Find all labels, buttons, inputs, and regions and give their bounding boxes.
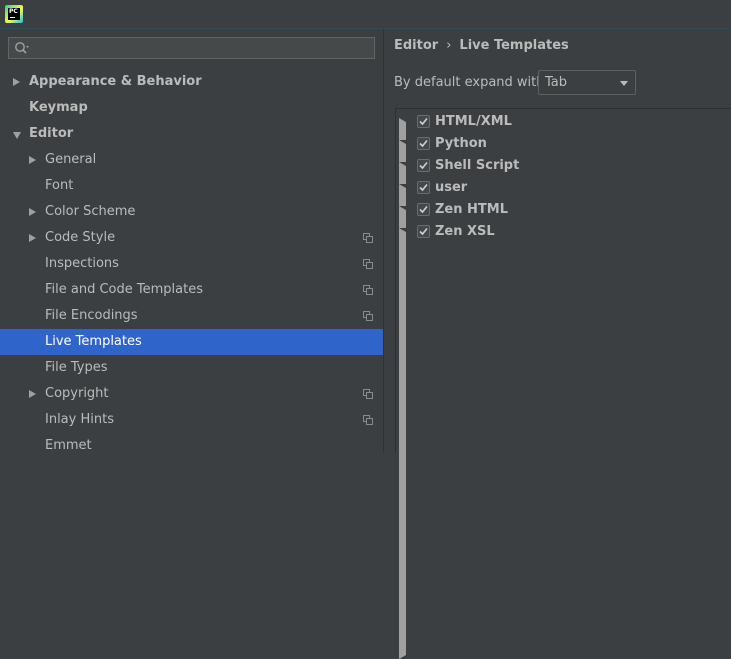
sidebar-item-appearance-behavior[interactable]: Appearance & Behavior [0,69,383,95]
title-bar: PC [0,0,731,29]
sidebar-item-keymap[interactable]: Keymap [0,95,383,121]
search-icon[interactable] [14,41,30,55]
chevron-down-icon [620,81,628,86]
sidebar-item-label: Editor [29,126,74,141]
sidebar-item-label: File and Code Templates [45,282,203,297]
project-scope-icon [363,233,373,243]
template-group-row[interactable]: user [396,177,731,615]
sidebar-item-label: General [45,152,97,167]
chevron-right-icon[interactable] [399,228,731,659]
expand-with-dropdown[interactable]: Tab [538,70,636,95]
sidebar-item-file-encodings[interactable]: File Encodings [0,303,383,329]
template-group-name: Zen XSL [435,224,495,239]
live-templates-panel: Editor › Live Templates By default expand … [384,29,731,659]
project-scope-icon [363,415,373,425]
sidebar-item-label: Code Style [45,230,116,245]
project-scope-icon [363,259,373,269]
breadcrumb-parent: Editor [394,38,439,53]
template-group-row[interactable]: Zen HTML [396,199,731,637]
checkmark-icon [419,183,428,192]
sidebar-item-copyright[interactable]: Copyright [0,381,383,407]
template-group-name: user [435,180,468,195]
expand-with-label: By default expand with [394,75,545,90]
sidebar-item-label: Live Templates [45,334,142,349]
sidebar-item-font[interactable]: Font [0,173,383,199]
chevron-right-icon[interactable] [29,208,36,216]
chevron-down-icon[interactable] [13,132,21,139]
template-group-name: Shell Script [435,158,520,173]
sidebar-item-label: File Types [45,360,108,375]
template-groups-list: HTML/XML Python Shell Script user Zen HTML Ze… [395,108,731,659]
app-icon-text: PC [9,8,18,15]
sidebar-item-inspections[interactable]: Inspections [0,251,383,277]
template-group-checkbox[interactable] [417,159,430,172]
breadcrumb: Editor › Live Templates [394,38,569,53]
breadcrumb-current: Live Templates [459,38,569,53]
sidebar-item-label: File Encodings [45,308,138,323]
pycharm-logo-icon: PC [5,5,23,23]
template-group-row[interactable]: Shell Script [396,155,731,593]
sidebar-item-emmet[interactable]: Emmet [0,433,383,459]
template-group-name: Zen HTML [435,202,508,217]
chevron-right-icon[interactable] [29,390,36,398]
template-group-checkbox[interactable] [417,181,430,194]
checkmark-icon [419,117,428,126]
expand-with-value: Tab [545,75,568,90]
sidebar-item-general[interactable]: General [0,147,383,173]
sidebar-item-label: Appearance & Behavior [29,74,202,89]
checkmark-icon [419,205,428,214]
sidebar-item-label: Font [45,178,74,193]
template-group-checkbox[interactable] [417,115,430,128]
sidebar-item-label: Color Scheme [45,204,136,219]
sidebar-item-editor[interactable]: Editor [0,121,383,147]
template-group-checkbox[interactable] [417,137,430,150]
template-group-row[interactable]: Zen XSL [396,221,731,659]
checkmark-icon [419,227,428,236]
sidebar-item-file-and-code-templates[interactable]: File and Code Templates [0,277,383,303]
settings-tree: Appearance & Behavior Keymap Editor General… [0,69,383,459]
sidebar-item-color-scheme[interactable]: Color Scheme [0,199,383,225]
sidebar-item-inlay-hints[interactable]: Inlay Hints [0,407,383,433]
template-group-name: HTML/XML [435,114,512,129]
chevron-right-icon[interactable] [13,78,20,86]
settings-sidebar: Appearance & Behavior Keymap Editor General… [0,29,383,453]
sidebar-item-label: Inspections [45,256,119,271]
template-group-row[interactable]: HTML/XML [396,111,731,549]
project-scope-icon [363,285,373,295]
sidebar-item-code-style[interactable]: Code Style [0,225,383,251]
chevron-right-icon[interactable] [29,234,36,242]
sidebar-item-file-types[interactable]: File Types [0,355,383,381]
template-group-checkbox[interactable] [417,225,430,238]
chevron-right-icon[interactable] [29,156,36,164]
sidebar-item-label: Copyright [45,386,109,401]
template-group-row[interactable]: Python [396,133,731,571]
sidebar-item-label: Emmet [45,438,92,453]
template-group-checkbox[interactable] [417,203,430,216]
project-scope-icon [363,311,373,321]
sidebar-item-label: Keymap [29,100,88,115]
checkmark-icon [419,139,428,148]
checkmark-icon [419,161,428,170]
sidebar-item-live-templates[interactable]: Live Templates [0,329,383,355]
project-scope-icon [363,389,373,399]
template-group-name: Python [435,136,487,151]
sidebar-item-label: Inlay Hints [45,412,114,427]
search-input[interactable] [8,37,375,59]
breadcrumb-separator: › [446,38,452,53]
